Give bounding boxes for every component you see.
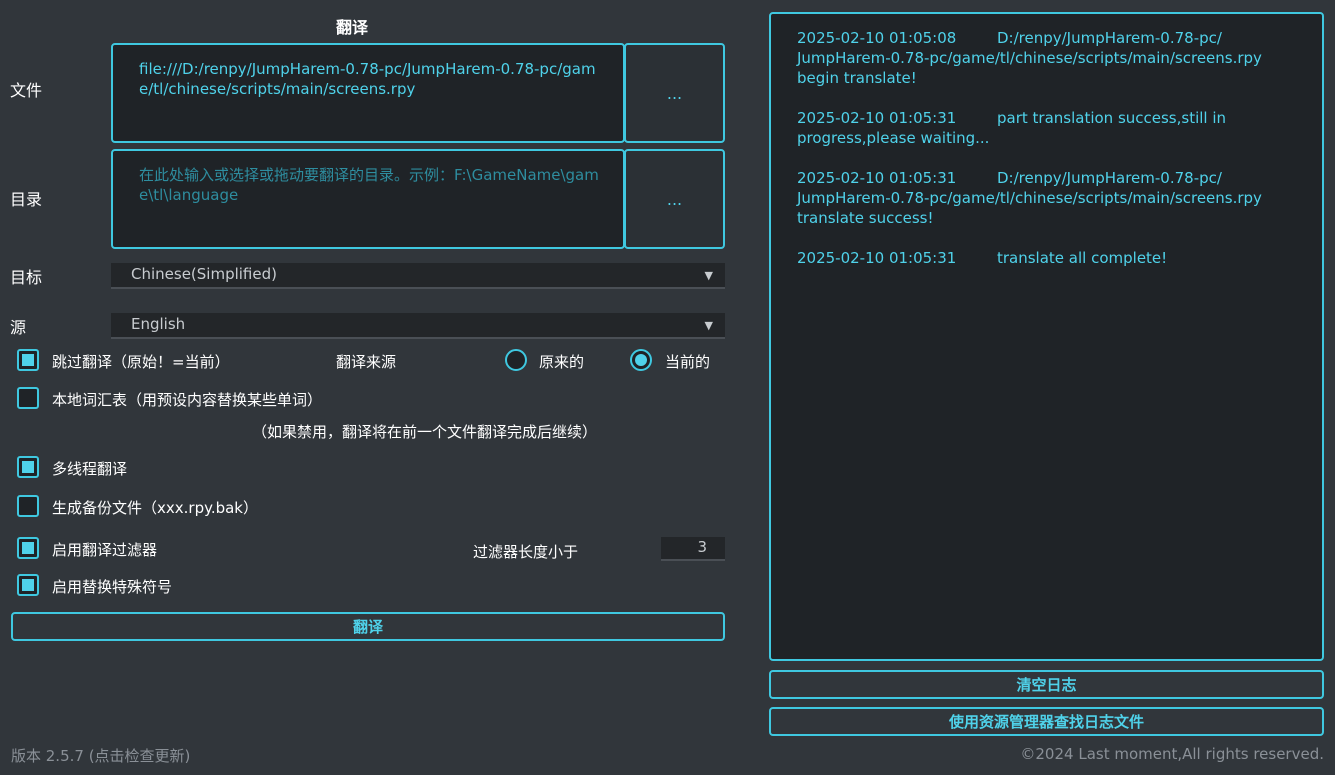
filter-length-input[interactable]: 3 (661, 537, 725, 561)
filter-checkbox[interactable] (17, 537, 39, 559)
file-label: 文件 (10, 81, 43, 100)
directory-input-placeholder: 在此处输入或选择或拖动要翻译的目录。示例：F:\GameName\game\tl… (139, 166, 599, 204)
translate-button[interactable]: 翻译 (11, 612, 725, 641)
log-timestamp: 2025-02-10 01:05:31 (797, 249, 957, 267)
checkmark-icon (22, 354, 34, 366)
multithread-label: 多线程翻译 (52, 460, 128, 478)
log-message-rest: JumpHarem-0.78-pc/game/tl/chinese/script… (797, 189, 1262, 227)
log-message-line1: part translation success,still in (997, 109, 1227, 127)
checkmark-icon (22, 542, 34, 554)
log-panel: 2025-02-10 01:05:08 D:/renpy/JumpHarem-0… (769, 12, 1324, 661)
backup-label: 生成备份文件（xxx.rpy.bak） (52, 499, 258, 517)
log-entry: 2025-02-10 01:05:31 translate all comple… (797, 248, 1302, 268)
log-entry: 2025-02-10 01:05:31 part translation suc… (797, 108, 1302, 148)
skip-translated-label: 跳过翻译（原始！=当前） (52, 353, 230, 371)
open-log-file-button[interactable]: 使用资源管理器查找日志文件 (769, 707, 1324, 736)
log-message-rest: progress,please waiting... (797, 129, 990, 147)
source-language-value: English (131, 315, 186, 333)
log-timestamp: 2025-02-10 01:05:31 (797, 109, 957, 127)
directory-browse-button[interactable]: ... (624, 149, 725, 249)
checkmark-icon (22, 461, 34, 473)
log-entry: 2025-02-10 01:05:08 D:/renpy/JumpHarem-0… (797, 28, 1302, 88)
page-title: 翻译 (336, 18, 369, 37)
note-text: （如果禁用，翻译将在前一个文件翻译完成后继续） (252, 423, 598, 441)
log-entry: 2025-02-10 01:05:31 D:/renpy/JumpHarem-0… (797, 168, 1302, 228)
radio-current[interactable] (630, 349, 652, 371)
target-language-value: Chinese(Simplified) (131, 265, 277, 283)
log-message-line1: translate all complete! (997, 249, 1168, 267)
source-language-select[interactable]: English ▼ (111, 313, 725, 339)
filter-length-label: 过滤器长度小于 (473, 543, 579, 561)
log-message-line1: D:/renpy/JumpHarem-0.78-pc/ (997, 29, 1222, 47)
special-symbols-checkbox[interactable] (17, 574, 39, 596)
log-message-line1: D:/renpy/JumpHarem-0.78-pc/ (997, 169, 1222, 187)
chevron-down-icon: ▼ (704, 319, 713, 332)
file-input-value: file:///D:/renpy/JumpHarem-0.78-pc/JumpH… (139, 60, 596, 98)
radio-original[interactable] (505, 349, 527, 371)
log-message-rest: JumpHarem-0.78-pc/game/tl/chinese/script… (797, 49, 1262, 87)
skip-translated-checkbox[interactable] (17, 349, 39, 371)
log-timestamp: 2025-02-10 01:05:31 (797, 169, 957, 187)
radio-dot-icon (635, 354, 647, 366)
multithread-checkbox[interactable] (17, 456, 39, 478)
file-input[interactable]: file:///D:/renpy/JumpHarem-0.78-pc/JumpH… (111, 43, 625, 143)
translate-source-label: 翻译来源 (336, 353, 397, 371)
local-glossary-checkbox[interactable] (17, 387, 39, 409)
checkmark-icon (22, 579, 34, 591)
log-timestamp: 2025-02-10 01:05:08 (797, 29, 957, 47)
local-glossary-label: 本地词汇表（用预设内容替换某些单词） (52, 391, 323, 409)
chevron-down-icon: ▼ (704, 269, 713, 282)
target-language-select[interactable]: Chinese(Simplified) ▼ (111, 263, 725, 289)
filter-label: 启用翻译过滤器 (52, 541, 158, 559)
radio-original-label: 原来的 (539, 353, 585, 371)
source-label: 源 (10, 318, 27, 337)
clear-log-button[interactable]: 清空日志 (769, 670, 1324, 699)
file-browse-button[interactable]: ... (624, 43, 725, 143)
backup-checkbox[interactable] (17, 495, 39, 517)
directory-label: 目录 (10, 190, 43, 209)
directory-input[interactable]: 在此处输入或选择或拖动要翻译的目录。示例：F:\GameName\game\tl… (111, 149, 625, 249)
copyright-text: ©2024 Last moment,All rights reserved. (1020, 745, 1324, 763)
target-label: 目标 (10, 268, 43, 287)
radio-current-label: 当前的 (665, 353, 711, 371)
special-symbols-label: 启用替换特殊符号 (52, 578, 173, 596)
version-link[interactable]: 版本 2.5.7 (点击检查更新) (11, 745, 190, 766)
